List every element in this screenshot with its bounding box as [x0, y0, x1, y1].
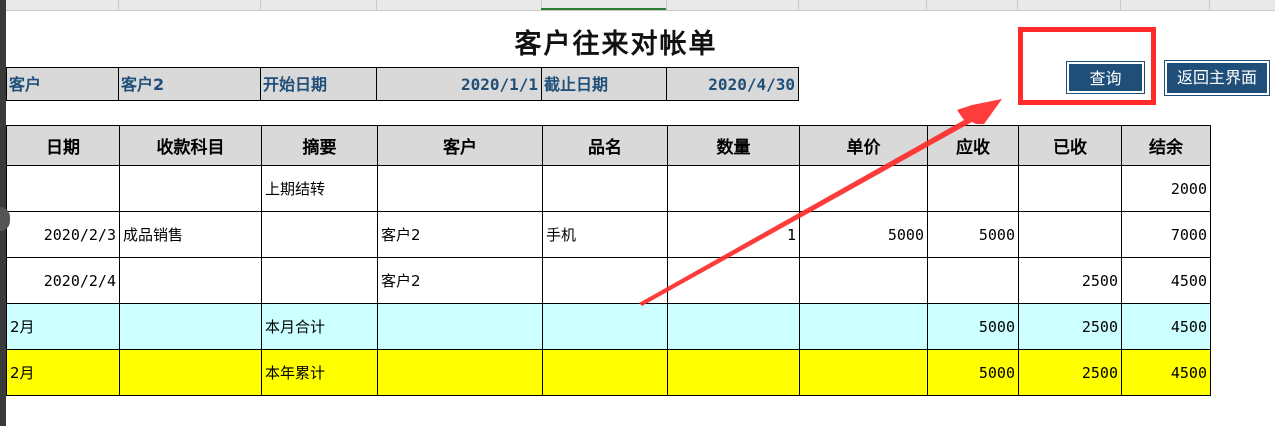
pointer-arrow-icon — [639, 99, 1002, 306]
spreadsheet-area: 客户往来对帐单 客户 客户2 开始日期 2020/1/1 截止日期 2020/4… — [6, 0, 1275, 426]
